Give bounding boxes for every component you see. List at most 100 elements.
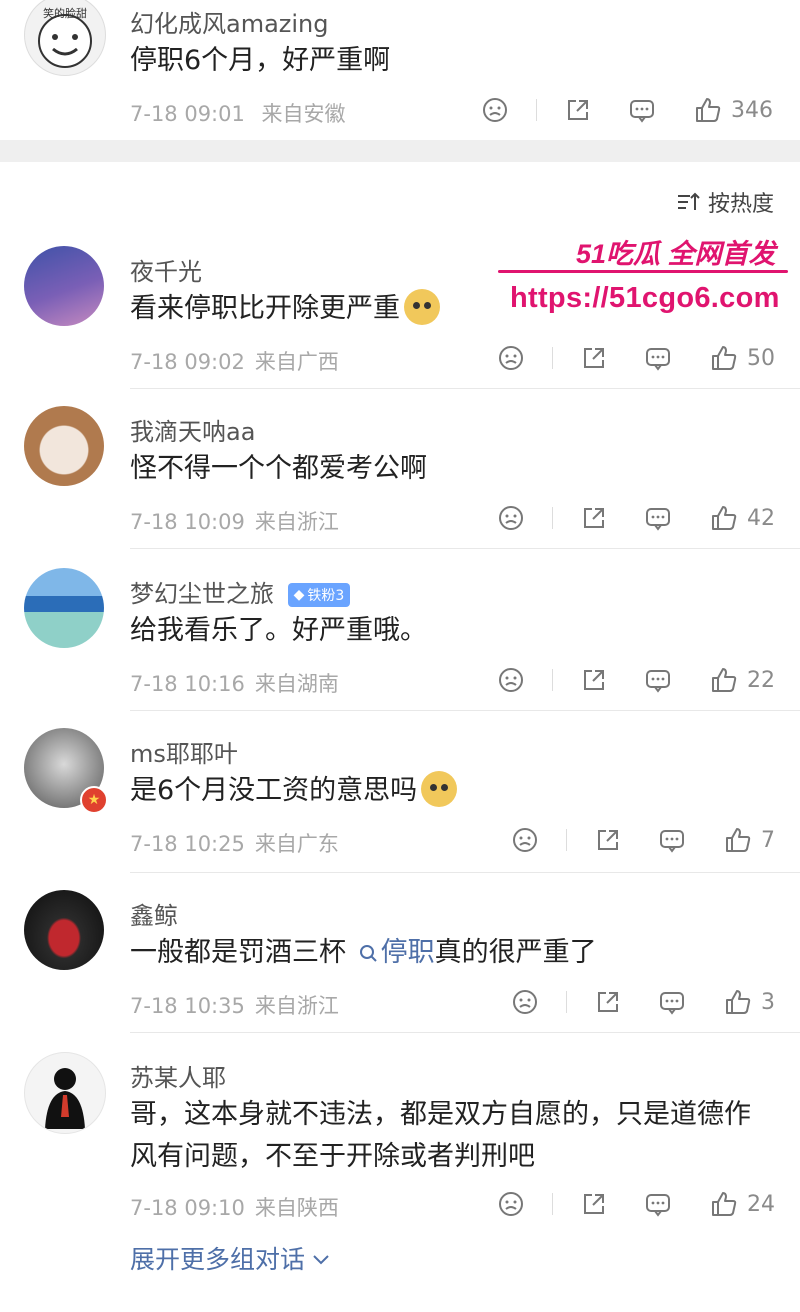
comment-text-line-1: 哥，这本身就不违法，都是双方自愿的，只是道德作 (130, 1099, 751, 1130)
username[interactable]: 夜千光 (130, 252, 202, 287)
username[interactable]: ms耶耶叶 (130, 734, 238, 769)
comment-icon[interactable] (627, 95, 657, 125)
comment-time: 7-18 09:02 (130, 350, 245, 374)
comment-text-line-2: 风有问题，不至于开除或者判刑吧 (130, 1141, 535, 1172)
divider (566, 991, 567, 1013)
thumbs-up-icon[interactable] (693, 95, 723, 125)
expand-more-label: 展开更多组对话 (130, 1245, 306, 1274)
comment-location: 来自广西 (254, 350, 339, 374)
username[interactable]: 我滴天呐aa (130, 412, 255, 447)
comment-text-after: 真的很严重了 (434, 937, 597, 968)
comment-actions: 24 (496, 1184, 775, 1224)
topic-search-icon (355, 937, 381, 968)
comment-text: 是6个月没工资的意思吗 (130, 768, 458, 814)
comment-time: 7-18 10:16 (130, 672, 245, 696)
avatar[interactable] (24, 568, 104, 648)
comment-actions: 50 (496, 338, 775, 378)
like-count: 22 (747, 667, 775, 693)
row-divider (130, 1032, 800, 1033)
dislike-face-icon[interactable] (496, 665, 526, 695)
diamond-icon: ◆ (293, 587, 305, 603)
comment-location: 来自安徽 (261, 102, 346, 126)
username[interactable]: 苏某人耶 (130, 1058, 226, 1093)
comment-actions: 346 (480, 90, 773, 130)
avatar[interactable]: 笑的脸甜 (24, 0, 106, 76)
comment-meta: 7-18 09:10 来自陕西 (130, 1192, 339, 1222)
avatar[interactable] (24, 406, 104, 486)
comment-location: 来自广东 (254, 832, 339, 856)
dislike-face-icon[interactable] (496, 1189, 526, 1219)
comment-meta: 7-18 09:01 来自安徽 (130, 98, 346, 128)
dislike-face-icon[interactable] (496, 343, 526, 373)
comment-time: 7-18 10:35 (130, 994, 245, 1018)
avatar[interactable] (24, 890, 104, 970)
row-divider (130, 388, 800, 389)
thumbs-up-icon[interactable] (709, 503, 739, 533)
row-divider (130, 710, 800, 711)
comment-text: 停职6个月，好严重啊 (130, 45, 391, 76)
fan-badge[interactable]: ◆ 铁粉3 (287, 583, 351, 607)
comment-location: 来自浙江 (254, 510, 339, 534)
dislike-face-icon[interactable] (480, 95, 510, 125)
comment-text: 怪不得一个个都爱考公啊 (130, 453, 427, 484)
divider (552, 347, 553, 369)
topic-link[interactable]: 停职 (355, 937, 435, 968)
comment-icon[interactable] (643, 343, 673, 373)
comment-icon[interactable] (657, 987, 687, 1017)
comment-meta: 7-18 09:02 来自广西 (130, 346, 339, 376)
thumbs-up-icon[interactable] (709, 1189, 739, 1219)
doge-emoji-icon (404, 288, 440, 325)
comment-time: 7-18 09:10 (130, 1196, 245, 1220)
avatar[interactable] (24, 1052, 106, 1134)
share-icon[interactable] (563, 95, 593, 125)
share-icon[interactable] (579, 1189, 609, 1219)
share-icon[interactable] (579, 343, 609, 373)
expand-more-button[interactable]: 展开更多组对话 (130, 1240, 331, 1276)
divider (566, 829, 567, 851)
thumbs-up-icon[interactable] (723, 825, 753, 855)
divider (552, 507, 553, 529)
comment-meta: 7-18 10:16 来自湖南 (130, 668, 339, 698)
fan-badge-label: 铁粉3 (307, 588, 345, 604)
comment-meta: 7-18 10:35 来自浙江 (130, 990, 339, 1020)
sort-label: 按热度 (707, 192, 774, 217)
thumbs-up-icon[interactable] (723, 987, 753, 1017)
username[interactable]: 幻化成风amazing (130, 4, 329, 39)
avatar-caption: 笑的脸甜 (43, 7, 87, 20)
comment-text-before: 一般都是罚酒三杯 (130, 937, 355, 968)
username[interactable]: 梦幻尘世之旅 (130, 580, 274, 608)
username[interactable]: 鑫鲸 (130, 896, 178, 931)
row-divider (130, 872, 800, 873)
section-divider (0, 140, 800, 162)
share-icon[interactable] (579, 665, 609, 695)
username-row: 梦幻尘世之旅 ◆ 铁粉3 (130, 574, 351, 609)
comment-icon[interactable] (643, 665, 673, 695)
comment-icon[interactable] (657, 825, 687, 855)
watermark-title: 51吃瓜 全网首发 (576, 239, 776, 269)
divider (552, 1193, 553, 1215)
share-icon[interactable] (593, 987, 623, 1017)
top-comment: 笑的脸甜 幻化成风amazing 停职6个月，好严重啊 7-18 09:01 来… (0, 0, 800, 140)
chevron-down-icon (311, 1244, 331, 1273)
comment-icon[interactable] (643, 1189, 673, 1219)
dislike-face-icon[interactable] (510, 987, 540, 1017)
watermark-url: https://51cgo6.com (510, 282, 780, 314)
thumbs-up-icon[interactable] (709, 665, 739, 695)
comment-text: 一般都是罚酒三杯 停职真的很严重了 (130, 930, 597, 976)
share-icon[interactable] (579, 503, 609, 533)
like-count: 42 (747, 505, 775, 531)
sort-button[interactable]: 按热度 (676, 186, 774, 218)
like-count: 3 (761, 989, 775, 1015)
divider (552, 669, 553, 691)
comment-text: 看来停职比开除更严重 (130, 286, 440, 332)
dislike-face-icon[interactable] (510, 825, 540, 855)
verified-badge-icon: ★ (80, 786, 108, 814)
comment-time: 7-18 10:09 (130, 510, 245, 534)
avatar[interactable] (24, 246, 104, 326)
comment-actions: 7 (510, 820, 775, 860)
share-icon[interactable] (593, 825, 623, 855)
dislike-face-icon[interactable] (496, 503, 526, 533)
thumbs-up-icon[interactable] (709, 343, 739, 373)
row-divider (130, 548, 800, 549)
comment-icon[interactable] (643, 503, 673, 533)
